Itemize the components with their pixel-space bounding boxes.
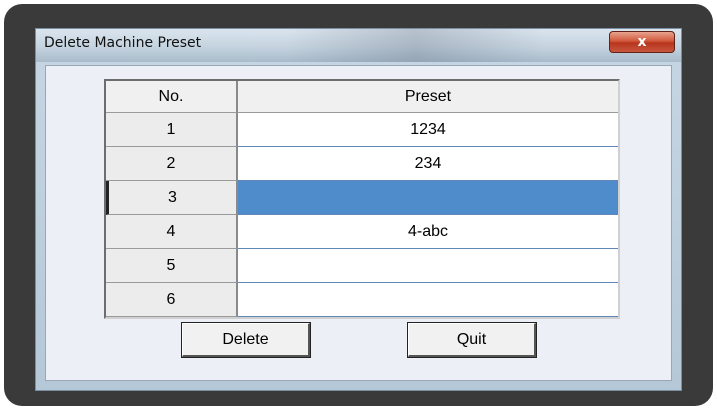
table-row[interactable]: 4 4-abc [106, 215, 618, 249]
table-row-selected[interactable]: 3 [106, 181, 618, 215]
table-row[interactable]: 2 234 [106, 147, 618, 181]
preset-name-cell[interactable]: 1234 [238, 113, 618, 147]
row-number-cell[interactable]: 6 [106, 283, 238, 317]
column-header-preset: Preset [238, 81, 618, 113]
preset-name-cell[interactable] [238, 283, 618, 317]
preset-table: No. Preset 1 1234 2 234 3 4 4-abc 5 6 [104, 79, 620, 319]
row-number-cell[interactable]: 4 [106, 215, 238, 249]
delete-preset-dialog: Delete Machine Preset x No. Preset 1 123… [35, 28, 682, 391]
title-bar-glare [286, 29, 546, 62]
row-number-cell[interactable]: 1 [106, 113, 238, 147]
title-bar[interactable]: Delete Machine Preset x [36, 29, 681, 62]
delete-button[interactable]: Delete [181, 322, 311, 358]
dialog-client-area: No. Preset 1 1234 2 234 3 4 4-abc 5 6 De… [45, 65, 672, 381]
preset-name-cell[interactable]: 234 [238, 147, 618, 181]
row-number-cell[interactable]: 5 [106, 249, 238, 283]
table-row[interactable]: 1 1234 [106, 113, 618, 147]
table-row[interactable]: 5 [106, 249, 618, 283]
close-icon: x [637, 34, 647, 50]
window-title: Delete Machine Preset [44, 35, 202, 51]
row-number-cell[interactable]: 2 [106, 147, 238, 181]
close-button[interactable]: x [609, 31, 675, 53]
preset-name-cell[interactable] [238, 249, 618, 283]
quit-button[interactable]: Quit [407, 322, 537, 358]
table-header-row: No. Preset [106, 81, 618, 113]
table-row[interactable]: 6 [106, 283, 618, 317]
preset-name-cell[interactable]: 4-abc [238, 215, 618, 249]
preset-name-cell[interactable] [238, 181, 618, 215]
row-number-cell[interactable]: 3 [106, 181, 238, 215]
column-header-no: No. [106, 81, 238, 113]
